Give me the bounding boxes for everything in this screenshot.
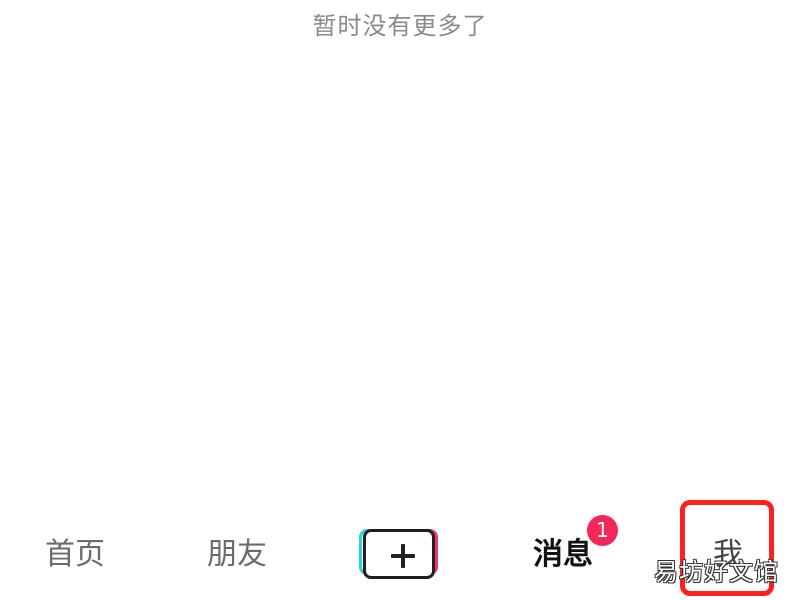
tab-home[interactable]: 首页 xyxy=(45,535,105,575)
publish-button[interactable] xyxy=(359,529,438,581)
watermark-text: 易坊好文馆 xyxy=(654,558,779,586)
tab-messages[interactable]: 消息 xyxy=(533,535,593,575)
plus-icon xyxy=(363,529,435,579)
messages-badge: 1 xyxy=(587,515,618,546)
plus-icon-vertical xyxy=(401,544,405,568)
tab-friends[interactable]: 朋友 xyxy=(207,535,267,575)
app-screen: 暂时没有更多了 首页 朋友 消息 1 我 易坊好文馆 xyxy=(0,0,800,600)
no-more-content-text: 暂时没有更多了 xyxy=(312,12,488,40)
